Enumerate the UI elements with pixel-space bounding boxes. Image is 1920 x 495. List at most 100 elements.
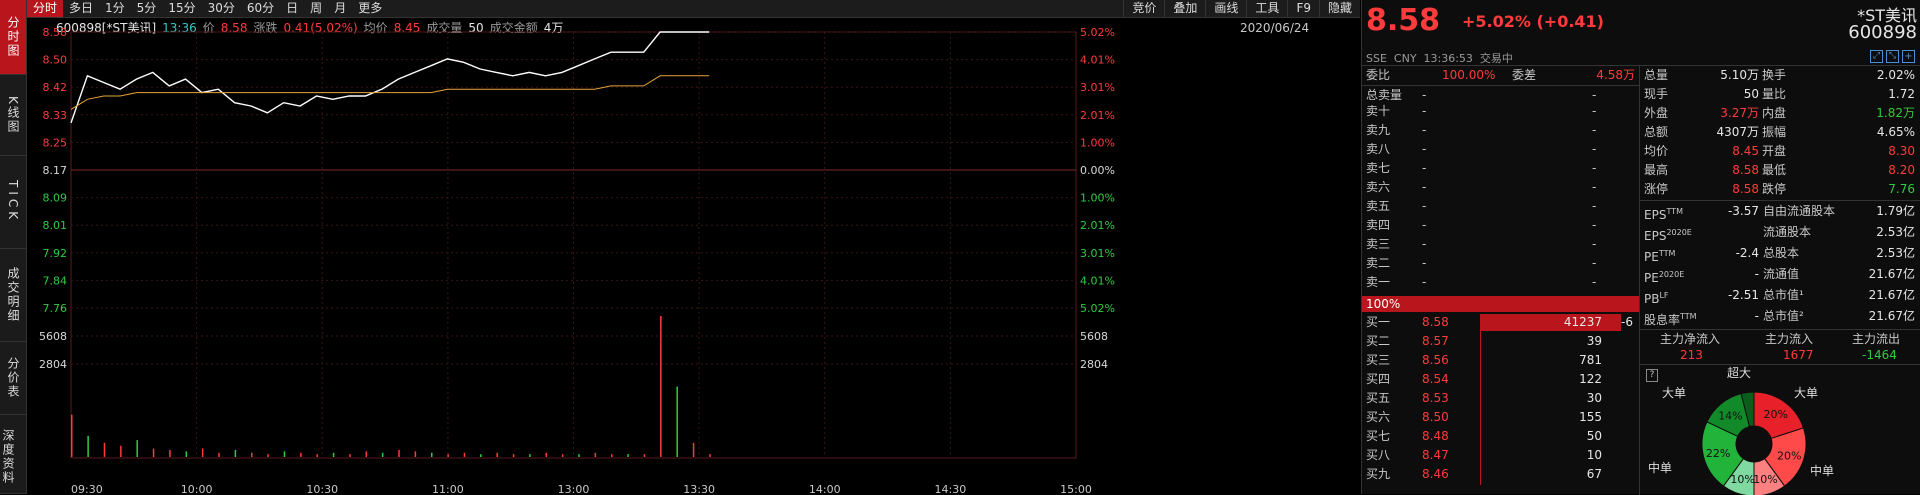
timeshare-chart[interactable]: 8.58 8.50 8.42 8.33 8.25 8.17 8.09 8.01 7.92 7.84…	[27, 18, 1360, 494]
period-tab[interactable]: 60分	[241, 0, 280, 17]
volume-bar	[201, 448, 204, 457]
period-tab[interactable]: 日	[280, 0, 304, 17]
sell-level-label: 卖四	[1366, 218, 1391, 232]
toolbar-tool-button[interactable]: 工具	[1246, 0, 1287, 17]
fin-label: 流通值	[1763, 267, 1800, 281]
volume-axis-label: 2804	[1080, 358, 1108, 371]
sell-level-price: -	[1422, 161, 1427, 175]
volume-bar	[430, 452, 433, 457]
rail-tab-depth[interactable]: 深度资料	[0, 415, 26, 494]
fin-label: EPS2020E	[1644, 224, 1692, 243]
chart-grid	[70, 31, 1077, 459]
restore-icon[interactable]: ⤡	[1886, 50, 1899, 63]
buy-level-price: 8.53	[1422, 391, 1449, 405]
main-inflow-label: 主力流入	[1765, 332, 1814, 346]
fin-value: -3.57	[1727, 204, 1759, 218]
sell-total-value: -	[1422, 88, 1427, 102]
period-tab[interactable]: 15分	[162, 0, 201, 17]
buy-bar-tick	[1480, 447, 1481, 466]
fin-label-sup: LF	[1659, 291, 1669, 300]
rail-tab-trade-detail[interactable]: 成交明细	[0, 249, 26, 342]
price-axis-label: 7.84	[43, 274, 68, 287]
volume-bar	[398, 449, 400, 457]
stat-label: 内盘	[1762, 106, 1787, 120]
sell-level-label: 卖三	[1366, 237, 1391, 251]
main-net-inflow-label: 主力净流入	[1660, 332, 1721, 346]
buy-level-change: -6	[1621, 315, 1633, 329]
buy-level-price: 8.48	[1422, 429, 1449, 443]
percent-axis-label: 1.00%	[1080, 192, 1115, 205]
percent-axis-label: 5.02%	[1080, 26, 1115, 39]
buy-level-vol: 50	[1586, 429, 1602, 443]
volume-bar	[643, 454, 646, 457]
buy-level-price: 8.47	[1422, 448, 1449, 462]
percent-axis-label: 2.01%	[1080, 219, 1115, 232]
rail-tab-kline[interactable]: K线图	[0, 75, 26, 156]
period-tab[interactable]: 周	[304, 0, 328, 17]
price-axis-label: 8.09	[43, 192, 68, 205]
rail-tab-label: TICK	[6, 180, 20, 224]
stat-value: 7.76	[1888, 182, 1915, 196]
exchange-status: SSE CNY 13:36:53 交易中	[1366, 52, 1513, 65]
volume-bar	[529, 454, 531, 457]
toolbar-tool-button[interactable]: 画线	[1205, 0, 1246, 17]
volume-bar	[676, 386, 678, 457]
percent-axis-label: 3.01%	[1080, 81, 1115, 94]
add-icon[interactable]: +	[1902, 50, 1915, 63]
rail-tab-timeshare[interactable]: 分时图	[0, 0, 26, 75]
period-tab[interactable]: 5分	[131, 0, 163, 17]
period-tab[interactable]: 分时	[27, 0, 64, 17]
stat-value: 1.72	[1888, 87, 1915, 101]
price-axis-label: 8.17	[43, 164, 68, 177]
chart-toolbar: 分时 多日 1分 5分 15分 30分 60分日周月更多 竞价 叠加 画线 工具 F9 隐藏	[27, 0, 1360, 18]
price-change: +5.02% (+0.41)	[1462, 12, 1604, 31]
buy-level-price: 8.54	[1422, 372, 1449, 386]
sell-level-price: -	[1422, 123, 1427, 137]
volume-bars	[71, 316, 711, 457]
period-tab[interactable]: 月	[328, 0, 352, 17]
fin-label: 流通股本	[1763, 225, 1812, 239]
price-axis-labels: 8.58 8.50 8.42 8.33 8.25 8.17 8.09 8.01 7.92 7.84…	[43, 26, 68, 315]
last-price: 8.58	[1366, 3, 1441, 38]
period-tab[interactable]: 30分	[202, 0, 241, 17]
rail-tab-tick[interactable]: TICK	[0, 156, 26, 249]
period-tab[interactable]: 多日	[63, 0, 99, 17]
expand-icon[interactable]: ⤢	[1870, 50, 1883, 63]
period-tab[interactable]: 更多	[352, 0, 388, 17]
rail-tab-price-table[interactable]: 分价表	[0, 342, 26, 415]
sell-level-price: -	[1422, 275, 1427, 289]
volume-bar	[120, 445, 122, 457]
sell-level-label: 卖一	[1366, 275, 1391, 289]
buy-level-label: 买八	[1366, 448, 1391, 462]
fin-label-sup: 2020E	[1658, 270, 1685, 279]
fin-label: 自由流通股本	[1763, 204, 1836, 218]
stat-label: 跌停	[1762, 182, 1787, 196]
time-axis-label: 10:00	[181, 483, 213, 494]
volume-axis-label: 2804	[39, 358, 67, 371]
fin-label-sup: 2020E	[1666, 228, 1692, 237]
sell-level-vol: -	[1592, 142, 1597, 156]
sell-level-vol: -	[1592, 218, 1597, 232]
buy-level-price: 8.56	[1422, 353, 1449, 367]
sell-level-price: -	[1422, 218, 1427, 232]
sell-level-price: -	[1422, 237, 1427, 251]
toolbar-tool-button[interactable]: F9	[1287, 0, 1319, 17]
stat-label: 量比	[1762, 87, 1787, 101]
fin-value: -	[1754, 267, 1759, 281]
volume-bar	[496, 452, 498, 457]
price-axis-label: 8.50	[43, 54, 68, 67]
price-lines	[70, 31, 710, 124]
stat-label: 最高	[1644, 163, 1669, 177]
time-axis-label: 14:30	[935, 483, 967, 494]
toolbar-tool-button[interactable]: 叠加	[1164, 0, 1205, 17]
main-net-inflow-value: 213	[1680, 348, 1703, 362]
volume-bar	[316, 454, 318, 457]
toolbar-tool-button[interactable]: 竞价	[1123, 0, 1164, 17]
time-axis-label: 13:30	[683, 483, 715, 494]
period-tab[interactable]: 1分	[99, 0, 131, 17]
price-axis-label: 8.01	[43, 219, 68, 232]
main-inflow-value: 1677	[1783, 348, 1814, 362]
time-axis-label: 14:00	[809, 483, 841, 494]
toolbar-tool-button[interactable]: 隐藏	[1318, 0, 1360, 17]
stats-panel: 总量 5.10万 换手 2.02% 现手 50 量比 1.72 外盘 3.27万 内盘 1.82万 总额…	[1640, 65, 1920, 495]
